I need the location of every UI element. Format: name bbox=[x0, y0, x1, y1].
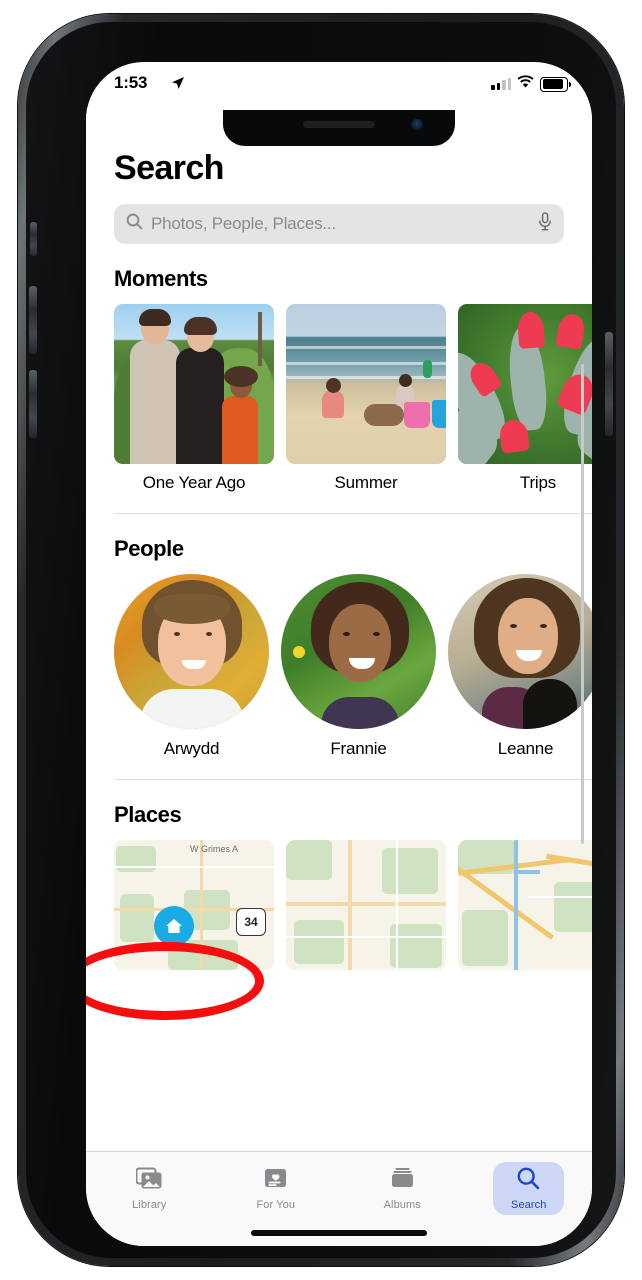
place-tile[interactable]: W Grimes A 34 bbox=[114, 840, 274, 970]
magnifier-icon bbox=[126, 213, 143, 235]
heart-card-icon bbox=[263, 1166, 288, 1196]
mute-switch[interactable] bbox=[30, 222, 37, 256]
tab-for-you[interactable]: For You bbox=[213, 1152, 340, 1215]
home-indicator[interactable] bbox=[251, 1230, 427, 1236]
person-item[interactable]: Arwydd bbox=[114, 574, 269, 759]
avatar[interactable] bbox=[281, 574, 436, 729]
location-arrow-icon bbox=[171, 76, 185, 95]
place-tile[interactable] bbox=[458, 840, 592, 970]
moment-label: Trips bbox=[519, 473, 557, 492]
person-name: Leanne bbox=[497, 739, 554, 758]
section-heading-people: People bbox=[114, 536, 184, 561]
people-row[interactable]: Arwydd Frannie Leanne bbox=[114, 574, 592, 759]
photo-stack-icon bbox=[135, 1166, 163, 1196]
search-page-content: Search Photos, People, Places... Moments… bbox=[86, 106, 592, 1152]
cellular-bars-icon bbox=[491, 78, 511, 90]
earpiece-speaker bbox=[303, 121, 375, 128]
vertical-scrollbar[interactable] bbox=[581, 364, 584, 844]
phone-screen: 1:53 Search Photos, People, Places... Mo… bbox=[86, 62, 592, 1246]
tab-search[interactable]: Search bbox=[466, 1152, 593, 1215]
tab-label: Albums bbox=[383, 1199, 421, 1211]
place-tile[interactable] bbox=[286, 840, 446, 970]
front-camera-icon bbox=[411, 119, 423, 131]
section-divider bbox=[114, 513, 592, 514]
section-people: People Arwydd Frannie Leanne bbox=[86, 536, 592, 759]
tab-albums[interactable]: Albums bbox=[339, 1152, 466, 1215]
iphone-device-frame: 1:53 Search Photos, People, Places... Mo… bbox=[18, 14, 624, 1266]
volume-up-button[interactable] bbox=[29, 286, 37, 354]
tab-label: Library bbox=[132, 1199, 167, 1211]
place-map-label: W Grimes A bbox=[190, 844, 239, 854]
section-divider bbox=[114, 779, 592, 780]
moment-thumbnail[interactable] bbox=[114, 304, 274, 464]
moment-label: Summer bbox=[334, 473, 398, 492]
route-shield-34: 34 bbox=[236, 908, 266, 936]
person-item[interactable]: Leanne bbox=[448, 574, 592, 759]
home-pin-icon bbox=[154, 906, 194, 946]
tab-label: Search bbox=[511, 1199, 547, 1211]
section-heading-moments: Moments bbox=[114, 266, 208, 291]
moment-tile[interactable]: Summer bbox=[286, 304, 446, 493]
power-button[interactable] bbox=[605, 332, 613, 436]
moment-tile[interactable]: Trips bbox=[458, 304, 592, 493]
volume-down-button[interactable] bbox=[29, 370, 37, 438]
tab-library[interactable]: Library bbox=[86, 1152, 213, 1215]
section-moments: Moments One Year Ago Summer Trips bbox=[86, 266, 592, 493]
page-title: Search bbox=[114, 149, 224, 187]
magnifier-icon bbox=[516, 1166, 541, 1196]
avatar[interactable] bbox=[448, 574, 592, 729]
screenshot-stage: 1:53 Search Photos, People, Places... Mo… bbox=[0, 0, 642, 1280]
section-places: Places W Grimes A 34 bbox=[86, 802, 592, 970]
person-name: Frannie bbox=[330, 739, 387, 758]
person-item[interactable]: Frannie bbox=[281, 574, 436, 759]
albums-folder-icon bbox=[390, 1166, 415, 1196]
microphone-icon[interactable] bbox=[538, 212, 552, 236]
moment-thumbnail[interactable] bbox=[286, 304, 446, 464]
battery-full-icon bbox=[540, 76, 571, 92]
moment-label: One Year Ago bbox=[142, 473, 246, 492]
search-placeholder: Photos, People, Places... bbox=[151, 214, 336, 233]
status-bar: 1:53 bbox=[86, 62, 592, 106]
section-heading-places: Places bbox=[114, 802, 182, 827]
status-time: 1:53 bbox=[114, 73, 148, 92]
avatar[interactable] bbox=[114, 574, 269, 729]
search-input[interactable]: Photos, People, Places... bbox=[114, 204, 564, 244]
device-notch bbox=[223, 110, 455, 146]
person-name: Arwydd bbox=[163, 739, 220, 758]
wifi-icon bbox=[517, 75, 534, 93]
moment-thumbnail[interactable] bbox=[458, 304, 592, 464]
status-right-cluster bbox=[491, 75, 571, 93]
places-row[interactable]: W Grimes A 34 bbox=[114, 840, 592, 970]
tab-label: For You bbox=[256, 1199, 296, 1211]
moment-tile[interactable]: One Year Ago bbox=[114, 304, 274, 493]
moments-row[interactable]: One Year Ago Summer Trips bbox=[114, 304, 592, 493]
